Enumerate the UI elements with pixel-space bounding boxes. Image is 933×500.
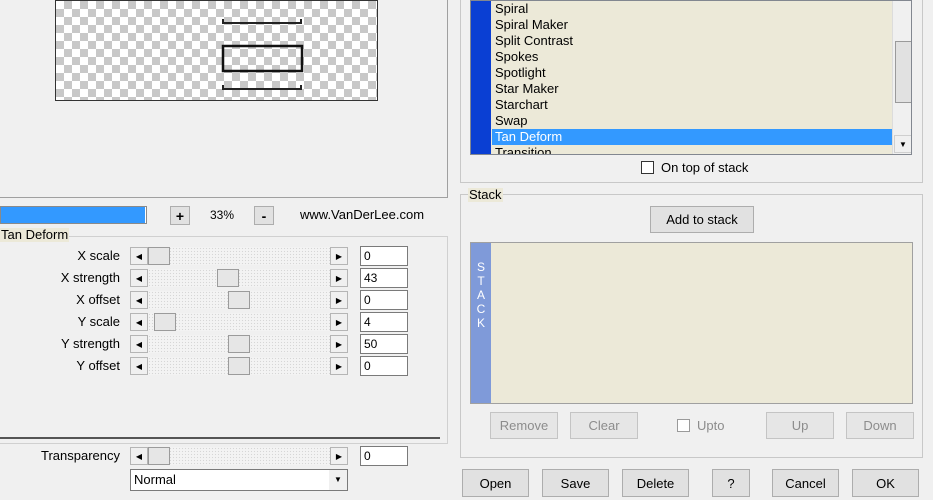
progress-fill xyxy=(1,207,145,223)
render-progress-bar xyxy=(0,206,147,224)
slider-label: X scale xyxy=(77,248,120,263)
remove-button[interactable]: Remove xyxy=(490,412,558,439)
separator xyxy=(0,437,440,439)
transparency-track[interactable] xyxy=(148,447,330,465)
effect-list-item[interactable]: Spokes xyxy=(492,49,892,65)
ok-button[interactable]: OK xyxy=(852,469,919,497)
stack-letter: A xyxy=(476,288,485,302)
open-button[interactable]: Open xyxy=(462,469,529,497)
slider-left-arrow-icon[interactable]: ◀ xyxy=(130,335,148,353)
slider-right-arrow-icon[interactable]: ▶ xyxy=(330,335,348,353)
upto-checkbox[interactable] xyxy=(677,419,690,432)
slider-label: Y strength xyxy=(60,336,120,351)
slider-label: X strength xyxy=(60,270,120,285)
slider-right-arrow-icon[interactable]: ▶ xyxy=(330,247,348,265)
slider-thumb[interactable] xyxy=(228,291,250,309)
effect-list-item[interactable]: Star Maker xyxy=(492,81,892,97)
effect-list-item[interactable]: Transition xyxy=(492,145,892,154)
stack-group-title: Stack xyxy=(468,187,503,202)
slider-label: Y offset xyxy=(76,358,120,373)
slider-left-arrow-icon[interactable]: ◀ xyxy=(130,269,148,287)
stack-strip: STACK xyxy=(471,243,491,403)
list-strip xyxy=(471,1,491,154)
slider-left-arrow-icon[interactable]: ◀ xyxy=(130,291,148,309)
scroll-down-icon[interactable]: ▼ xyxy=(894,135,911,153)
preview-canvas[interactable] xyxy=(55,0,378,101)
effect-list-item[interactable]: Spiral xyxy=(492,1,892,17)
slider-label: X offset xyxy=(76,292,120,307)
slider-right-arrow-icon[interactable]: ▶ xyxy=(330,291,348,309)
effect-list-scrollbar[interactable]: ▼ xyxy=(892,1,911,154)
slider-left-arrow-icon[interactable]: ◀ xyxy=(130,313,148,331)
stack-letter: C xyxy=(476,302,486,316)
add-to-stack-button[interactable]: Add to stack xyxy=(650,206,754,233)
slider-left-arrow-icon[interactable]: ◀ xyxy=(130,357,148,375)
slider-label: Y scale xyxy=(77,314,120,329)
on-top-label: On top of stack xyxy=(661,160,749,175)
slider-track[interactable] xyxy=(148,247,330,265)
clear-button[interactable]: Clear xyxy=(570,412,638,439)
chevron-down-icon[interactable]: ▼ xyxy=(329,470,347,490)
effect-list-item[interactable]: Starchart xyxy=(492,97,892,113)
slider-track[interactable] xyxy=(148,269,330,287)
stack-letter: T xyxy=(477,274,485,288)
effect-listbox[interactable]: Spiral Spiral Maker Split Contrast Spokes Sp… xyxy=(470,0,912,155)
slider-value-field[interactable]: 4 xyxy=(360,312,408,332)
slider-value-field[interactable]: 50 xyxy=(360,334,408,354)
slider-left-arrow-icon[interactable]: ◀ xyxy=(130,247,148,265)
slider-track[interactable] xyxy=(148,357,330,375)
slider-thumb[interactable] xyxy=(148,247,170,265)
slider-thumb[interactable] xyxy=(228,335,250,353)
save-button[interactable]: Save xyxy=(542,469,609,497)
slider-right-arrow-icon[interactable]: ▶ xyxy=(330,357,348,375)
slider-track[interactable] xyxy=(148,335,330,353)
effect-list-item[interactable]: Split Contrast xyxy=(492,33,892,49)
delete-button[interactable]: Delete xyxy=(622,469,689,497)
on-top-checkbox[interactable] xyxy=(641,161,654,174)
slider-thumb[interactable] xyxy=(228,357,250,375)
zoom-level: 33% xyxy=(209,208,235,222)
slider-value-field[interactable]: 43 xyxy=(360,268,408,288)
transparency-label: Transparency xyxy=(41,448,120,463)
transparency-right-arrow[interactable]: ▶ xyxy=(330,447,348,465)
effect-list-item[interactable]: Tan Deform xyxy=(492,129,892,145)
transparency-value-field[interactable]: 0 xyxy=(360,446,408,466)
zoom-out-button[interactable]: - xyxy=(254,206,274,225)
stack-listbox[interactable]: STACK xyxy=(470,242,913,404)
slider-value-field[interactable]: 0 xyxy=(360,356,408,376)
slider-right-arrow-icon[interactable]: ▶ xyxy=(330,313,348,331)
effect-group-title: Tan Deform xyxy=(0,227,70,242)
stack-letter: S xyxy=(476,260,485,274)
slider-thumb[interactable] xyxy=(154,313,176,331)
transparency-left-arrow[interactable]: ◀ xyxy=(130,447,148,465)
stack-letter: K xyxy=(476,316,485,330)
effect-list-item[interactable]: Spotlight xyxy=(492,65,892,81)
down-button[interactable]: Down xyxy=(846,412,914,439)
help-button[interactable]: ? xyxy=(712,469,750,497)
effect-list-item[interactable]: Swap xyxy=(492,113,892,129)
zoom-in-button[interactable]: + xyxy=(170,206,190,225)
up-button[interactable]: Up xyxy=(766,412,834,439)
slider-value-field[interactable]: 0 xyxy=(360,246,408,266)
blend-mode-value: Normal xyxy=(134,472,176,487)
cancel-button[interactable]: Cancel xyxy=(772,469,839,497)
scrollbar-thumb[interactable] xyxy=(895,41,911,103)
upto-label: Upto xyxy=(697,418,725,433)
slider-track[interactable] xyxy=(148,291,330,309)
effect-list-item[interactable]: Spiral Maker xyxy=(492,17,892,33)
transparency-thumb[interactable] xyxy=(148,447,170,465)
preview-shape xyxy=(221,19,304,90)
slider-value-field[interactable]: 0 xyxy=(360,290,408,310)
slider-track[interactable] xyxy=(148,313,330,331)
website-link[interactable]: www.VanDerLee.com xyxy=(300,206,424,224)
slider-thumb[interactable] xyxy=(217,269,239,287)
slider-right-arrow-icon[interactable]: ▶ xyxy=(330,269,348,287)
blend-mode-select[interactable]: Normal ▼ xyxy=(130,469,348,491)
